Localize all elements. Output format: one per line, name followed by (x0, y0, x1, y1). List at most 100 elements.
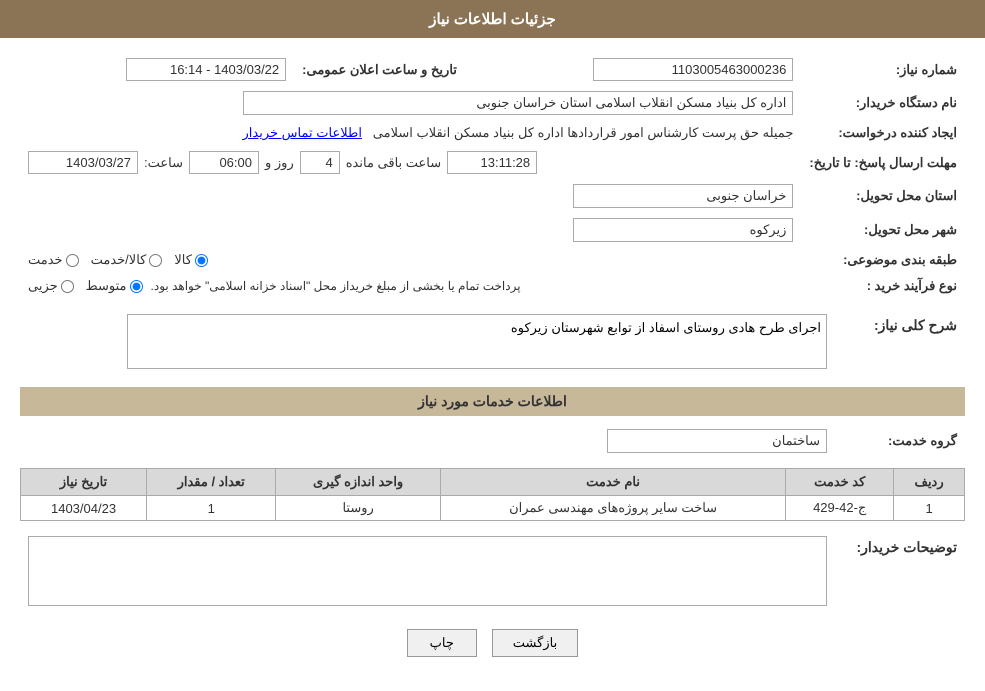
deadline-label: مهلت ارسال پاسخ: تا تاریخ: (801, 146, 965, 179)
requester-label: ایجاد کننده درخواست: (801, 120, 965, 146)
col-date: تاریخ نیاز (21, 469, 147, 496)
deadline-row: 1403/03/27 ساعت: 06:00 روز و 4 ساعت باقی… (28, 151, 793, 174)
deadline-time-label: ساعت: (144, 155, 183, 171)
table-row: 1 ج-42-429 ساخت سایر پروژه‌های مهندسی عم… (21, 496, 965, 521)
row-service-group: گروه خدمت: ساختمان (20, 424, 965, 458)
purchase-type-radio-partial[interactable] (61, 280, 74, 293)
buyer-org-label: نام دستگاه خریدار: (801, 86, 965, 120)
service-table-body: 1 ج-42-429 ساخت سایر پروژه‌های مهندسی عم… (21, 496, 965, 521)
cell-code-1: ج-42-429 (786, 496, 894, 521)
info-table: شماره نیاز: 1103005463000236 تاریخ و ساع… (20, 53, 965, 299)
service-group-label: گروه خدمت: (835, 424, 965, 458)
requester-value: جمیله حق پرست کارشناس امور قراردادها ادا… (373, 125, 794, 140)
province-label: استان محل تحویل: (801, 179, 965, 213)
cell-row-1: 1 (894, 496, 965, 521)
col-row-number: ردیف (894, 469, 965, 496)
buyer-desc-table: توضیحات خریدار: (20, 531, 965, 614)
announce-date-input: 1403/03/22 - 16:14 (126, 58, 286, 81)
category-radio-service[interactable] (66, 254, 79, 267)
buyer-org-input: اداره کل بنیاد مسکن انقلاب اسلامی استان … (243, 91, 793, 115)
row-province: استان محل تحویل: خراسان جنوبی (20, 179, 965, 213)
row-deadline: مهلت ارسال پاسخ: تا تاریخ: 1403/03/27 سا… (20, 146, 965, 179)
province-input: خراسان جنوبی (573, 184, 793, 208)
category-radio-group: خدمت کالا/خدمت کالا (28, 252, 793, 268)
needs-desc-textarea[interactable] (127, 314, 827, 369)
service-table-header-row: ردیف کد خدمت نام خدمت واحد اندازه گیری ت… (21, 469, 965, 496)
services-section-header: اطلاعات خدمات مورد نیاز (20, 387, 965, 416)
city-value-cell: زیرکوه (20, 213, 801, 247)
cell-unit-1: روستا (276, 496, 441, 521)
row-tender-number: شماره نیاز: 1103005463000236 تاریخ و ساع… (20, 53, 965, 86)
purchase-type-note: پرداخت تمام یا بخشی از مبلغ خریداز محل "… (151, 279, 521, 293)
needs-desc-value-cell (20, 309, 835, 377)
city-input: زیرکوه (573, 218, 793, 242)
requester-value-cell: جمیله حق پرست کارشناس امور قراردادها ادا… (20, 120, 801, 146)
needs-desc-table: شرح کلی نیاز: (20, 309, 965, 377)
row-needs-desc: شرح کلی نیاز: (20, 309, 965, 377)
purchase-type-row: جزیی متوسط پرداخت تمام یا بخشی از مبلغ خ… (28, 278, 793, 294)
service-table: ردیف کد خدمت نام خدمت واحد اندازه گیری ت… (20, 468, 965, 521)
cell-name-1: ساخت سایر پروژه‌های مهندسی عمران (440, 496, 785, 521)
row-buyer-desc: توضیحات خریدار: (20, 531, 965, 614)
buyer-desc-value-cell (20, 531, 835, 614)
buttons-row: بازگشت چاپ (20, 629, 965, 657)
province-value-cell: خراسان جنوبی (20, 179, 801, 213)
tender-number-input: 1103005463000236 (593, 58, 793, 81)
purchase-type-medium-label: متوسط (86, 278, 127, 294)
page-header: جزئیات اطلاعات نیاز (0, 0, 985, 38)
category-option-service[interactable]: خدمت (28, 252, 79, 268)
purchase-type-radio-group: جزیی متوسط (28, 278, 143, 294)
announce-date-value-cell: 1403/03/22 - 16:14 (20, 53, 294, 86)
row-category: طبقه بندی موضوعی: خدمت کالا/خدمت کالا (20, 247, 965, 273)
buyer-org-value-cell: اداره کل بنیاد مسکن انقلاب اسلامی استان … (20, 86, 801, 120)
deadline-remaining-input: 13:11:28 (447, 151, 537, 174)
category-value-cell: خدمت کالا/خدمت کالا (20, 247, 801, 273)
service-group-table: گروه خدمت: ساختمان (20, 424, 965, 458)
category-label: طبقه بندی موضوعی: (801, 247, 965, 273)
buyer-desc-label: توضیحات خریدار: (835, 531, 965, 614)
service-table-head: ردیف کد خدمت نام خدمت واحد اندازه گیری ت… (21, 469, 965, 496)
purchase-type-label: نوع فرآیند خرید : (801, 273, 965, 299)
deadline-time-input: 06:00 (189, 151, 259, 174)
cell-date-1: 1403/04/23 (21, 496, 147, 521)
requester-link[interactable]: اطلاعات تماس خریدار (243, 125, 362, 140)
col-unit: واحد اندازه گیری (276, 469, 441, 496)
deadline-days-input: 4 (300, 151, 340, 174)
category-option-goods-service[interactable]: کالا/خدمت (91, 252, 163, 268)
page-title: جزئیات اطلاعات نیاز (429, 11, 556, 28)
category-goods-label: کالا (174, 252, 192, 268)
deadline-remaining-label-text: ساعت باقی مانده (346, 155, 441, 171)
row-city: شهر محل تحویل: زیرکوه (20, 213, 965, 247)
service-group-input: ساختمان (607, 429, 827, 453)
category-goods-service-label: کالا/خدمت (91, 252, 147, 268)
cell-qty-1: 1 (147, 496, 276, 521)
buyer-desc-textarea[interactable] (28, 536, 827, 606)
content-area: شماره نیاز: 1103005463000236 تاریخ و ساع… (0, 38, 985, 687)
row-buyer-org: نام دستگاه خریدار: اداره کل بنیاد مسکن ا… (20, 86, 965, 120)
category-service-label: خدمت (28, 252, 63, 268)
service-group-value-cell: ساختمان (20, 424, 835, 458)
category-radio-goods-service[interactable] (149, 254, 162, 267)
col-service-code: کد خدمت (786, 469, 894, 496)
page-container: جزئیات اطلاعات نیاز شماره نیاز: 11030054… (0, 0, 985, 691)
deadline-days-label: روز و (265, 155, 294, 171)
category-option-goods[interactable]: کالا (174, 252, 208, 268)
announce-date-label: تاریخ و ساعت اعلان عمومی: (294, 53, 465, 86)
city-label: شهر محل تحویل: (801, 213, 965, 247)
purchase-type-medium[interactable]: متوسط (86, 278, 143, 294)
back-button[interactable]: بازگشت (492, 629, 578, 657)
tender-number-value-cell: 1103005463000236 (465, 53, 801, 86)
purchase-type-partial[interactable]: جزیی (28, 278, 74, 294)
tender-number-label: شماره نیاز: (801, 53, 965, 86)
services-section-label: اطلاعات خدمات مورد نیاز (418, 393, 567, 409)
category-radio-goods[interactable] (195, 254, 208, 267)
purchase-type-partial-label: جزیی (28, 278, 58, 294)
purchase-type-value-cell: جزیی متوسط پرداخت تمام یا بخشی از مبلغ خ… (20, 273, 801, 299)
row-purchase-type: نوع فرآیند خرید : جزیی متوسط (20, 273, 965, 299)
purchase-type-radio-medium[interactable] (130, 280, 143, 293)
deadline-date-input: 1403/03/27 (28, 151, 138, 174)
needs-desc-label: شرح کلی نیاز: (835, 309, 965, 377)
print-button[interactable]: چاپ (407, 629, 477, 657)
col-service-name: نام خدمت (440, 469, 785, 496)
col-qty: تعداد / مقدار (147, 469, 276, 496)
